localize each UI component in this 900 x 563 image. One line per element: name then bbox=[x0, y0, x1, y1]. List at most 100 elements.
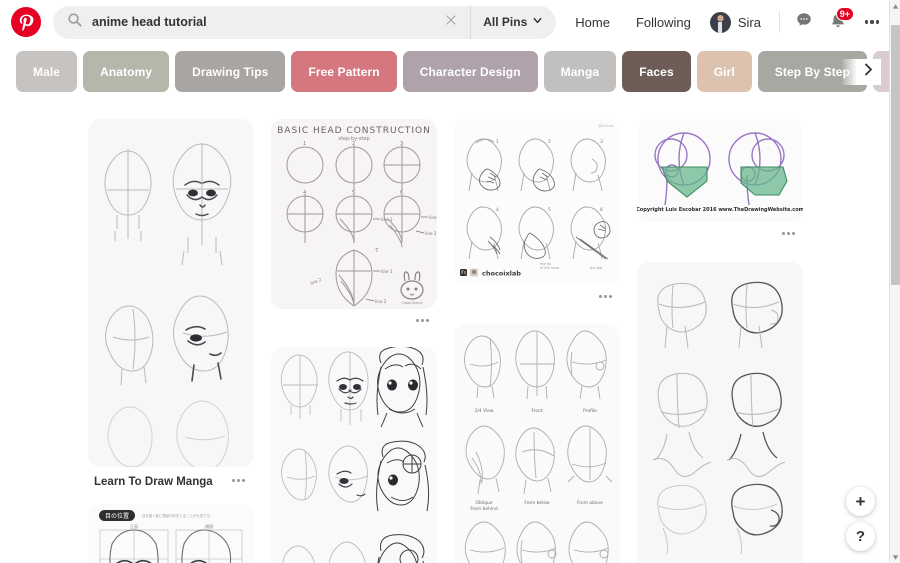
help-button[interactable]: ? bbox=[846, 522, 875, 551]
pin-overflow-button[interactable] bbox=[778, 226, 799, 241]
top-header: All Pins Home Following Sira bbox=[0, 0, 889, 44]
notifications-button[interactable]: 9+ bbox=[821, 5, 855, 39]
svg-text:Choco Bunny: Choco Bunny bbox=[401, 301, 422, 305]
notification-badge: 9+ bbox=[835, 7, 854, 21]
svg-text:正面: 正面 bbox=[130, 524, 138, 529]
avatar bbox=[709, 11, 731, 33]
messages-button[interactable] bbox=[787, 5, 821, 39]
pin-drawing-website-jaw[interactable]: Copyright Luis Escobar 2016 www.TheDrawi… bbox=[637, 119, 803, 235]
pin-image[interactable]: 3/4 View Front Profile Oblique From behi… bbox=[454, 324, 620, 563]
svg-text:of the nose: of the nose bbox=[540, 266, 559, 270]
pin-chocoixlab-head-turns[interactable]: @archive 1 2 3 4 5 6 the tip of the nose… bbox=[454, 119, 620, 298]
svg-text:chocoixlab: chocoixlab bbox=[482, 270, 521, 278]
pin-overflow-button[interactable] bbox=[229, 473, 248, 488]
svg-text:From below: From below bbox=[524, 500, 550, 506]
close-icon bbox=[445, 13, 457, 31]
svg-text:2: 2 bbox=[548, 139, 551, 145]
svg-text:7: 7 bbox=[375, 248, 378, 254]
more-options-button[interactable] bbox=[855, 5, 889, 39]
svg-text:line 2: line 2 bbox=[375, 299, 387, 304]
pin-image[interactable]: BASIC HEAD CONSTRUCTION step-by-step 1 2… bbox=[271, 119, 437, 309]
filter-chip-girl[interactable]: Girl bbox=[696, 51, 752, 92]
svg-text:3: 3 bbox=[400, 141, 403, 147]
scroll-up-button[interactable] bbox=[890, 0, 900, 12]
filter-chip-manga[interactable]: Manga bbox=[543, 51, 617, 92]
svg-text:line 1: line 1 bbox=[381, 217, 393, 222]
search-bar: All Pins bbox=[53, 5, 557, 39]
svg-text:line 1: line 1 bbox=[429, 215, 437, 220]
pin-realistic-head-construction[interactable] bbox=[637, 262, 803, 563]
pin-image[interactable]: Copyright Luis Escobar 2016 www.TheDrawi… bbox=[637, 119, 803, 222]
svg-text:3/4 View: 3/4 View bbox=[475, 408, 494, 414]
pin-artwork: BASIC HEAD CONSTRUCTION step-by-step 1 2… bbox=[271, 119, 437, 309]
pin-head-angles-grid[interactable]: 3/4 View Front Profile Oblique From behi… bbox=[454, 324, 620, 563]
svg-text:Copyright Luis Escobar 2016 ww: Copyright Luis Escobar 2016 www.TheDrawi… bbox=[637, 207, 803, 213]
pin-anime-girl-progression[interactable] bbox=[271, 347, 437, 563]
scrollbar-thumb[interactable] bbox=[891, 25, 900, 285]
filter-chip-faces[interactable]: Faces bbox=[622, 51, 691, 92]
pin-overflow-button[interactable] bbox=[595, 289, 616, 304]
all-pins-selector[interactable]: All Pins bbox=[470, 5, 557, 39]
svg-text:目の位置: 目の位置 bbox=[105, 512, 129, 520]
filter-chip-free-pattern[interactable]: Free Pattern bbox=[291, 51, 397, 92]
page-scrollbar[interactable] bbox=[889, 0, 900, 563]
all-pins-label: All Pins bbox=[483, 15, 528, 29]
user-menu[interactable]: Sira bbox=[704, 11, 772, 33]
svg-text:line 2: line 2 bbox=[425, 231, 437, 236]
masonry-grid: Learn To Draw Manga 目の位置 目を描く前に頭部の形をとること… bbox=[0, 99, 889, 563]
caret-down-icon bbox=[892, 548, 899, 563]
username-label: Sira bbox=[737, 14, 761, 30]
svg-text:1: 1 bbox=[496, 139, 499, 145]
pin-image[interactable] bbox=[88, 119, 254, 467]
svg-text:From above: From above bbox=[577, 500, 603, 506]
search-input[interactable] bbox=[92, 15, 433, 29]
pin-overflow-button[interactable] bbox=[412, 313, 433, 328]
scroll-down-button[interactable] bbox=[890, 551, 900, 563]
nav-following[interactable]: Following bbox=[623, 15, 704, 30]
create-pin-button[interactable]: + bbox=[846, 487, 875, 516]
svg-text:6: 6 bbox=[400, 190, 403, 196]
svg-text:line 1: line 1 bbox=[381, 269, 393, 274]
pin-japanese-eye-tutorial[interactable]: 目の位置 目を描く前に頭部の形をとることが大切です。 正面 横顔 bbox=[88, 504, 254, 563]
nav-home[interactable]: Home bbox=[562, 15, 623, 30]
pin-image[interactable]: 目の位置 目を描く前に頭部の形をとることが大切です。 正面 横顔 bbox=[88, 504, 254, 563]
svg-text:3: 3 bbox=[600, 139, 603, 145]
search-field-container[interactable] bbox=[53, 5, 433, 39]
filter-chip-drawing-tips[interactable]: Drawing Tips bbox=[175, 51, 286, 92]
svg-text:the jaw: the jaw bbox=[590, 266, 603, 270]
pin-artwork: Copyright Luis Escobar 2016 www.TheDrawi… bbox=[637, 119, 803, 222]
pin-artwork bbox=[88, 119, 254, 467]
header-nav: Home Following bbox=[562, 15, 704, 30]
svg-text:1: 1 bbox=[303, 141, 306, 147]
chevron-down-icon bbox=[532, 13, 543, 31]
ellipsis-icon bbox=[864, 20, 880, 24]
svg-text:Oblique: Oblique bbox=[476, 500, 493, 506]
search-icon bbox=[67, 12, 82, 32]
pin-artwork bbox=[271, 347, 437, 563]
pin-image[interactable] bbox=[637, 262, 803, 563]
pin-artwork: 3/4 View Front Profile ObliqueFrom behin… bbox=[454, 324, 620, 563]
svg-text:From behind: From behind bbox=[470, 506, 498, 512]
svg-text:BASIC HEAD CONSTRUCTION: BASIC HEAD CONSTRUCTION bbox=[277, 126, 431, 136]
pin-image[interactable]: @archive 1 2 3 4 5 6 the tip of the nose… bbox=[454, 119, 620, 285]
svg-text:6: 6 bbox=[600, 207, 603, 213]
pin-artwork: @archive 1 2 3 4 5 6 the tipof the nose … bbox=[454, 119, 620, 285]
pin-footer: Learn To Draw Manga bbox=[88, 467, 254, 488]
pin-feed[interactable]: Learn To Draw Manga 目の位置 目を描く前に頭部の形をとること… bbox=[0, 99, 889, 563]
svg-text:Front: Front bbox=[531, 408, 542, 414]
svg-text:目を描く前に頭部の形をとることが大切です。: 目を描く前に頭部の形をとることが大切です。 bbox=[142, 513, 213, 518]
caret-up-icon bbox=[892, 0, 899, 15]
filter-chip-character-design[interactable]: Character Design bbox=[402, 51, 538, 92]
pin-learn-to-draw-manga[interactable]: Learn To Draw Manga bbox=[88, 119, 254, 488]
pin-basic-head-construction[interactable]: BASIC HEAD CONSTRUCTION step-by-step 1 2… bbox=[271, 119, 437, 322]
pin-image[interactable] bbox=[271, 347, 437, 563]
pinterest-logo-icon[interactable] bbox=[11, 7, 41, 37]
filter-chip-anatomy[interactable]: Anatomy bbox=[83, 51, 170, 92]
filter-chip-male[interactable]: Male bbox=[16, 51, 78, 92]
filter-next-button[interactable] bbox=[841, 58, 881, 85]
search-clear-button[interactable] bbox=[432, 5, 471, 39]
svg-text:5: 5 bbox=[548, 207, 551, 213]
svg-text:@archive: @archive bbox=[598, 124, 614, 128]
header-divider bbox=[779, 11, 780, 33]
svg-text:5: 5 bbox=[352, 190, 355, 196]
